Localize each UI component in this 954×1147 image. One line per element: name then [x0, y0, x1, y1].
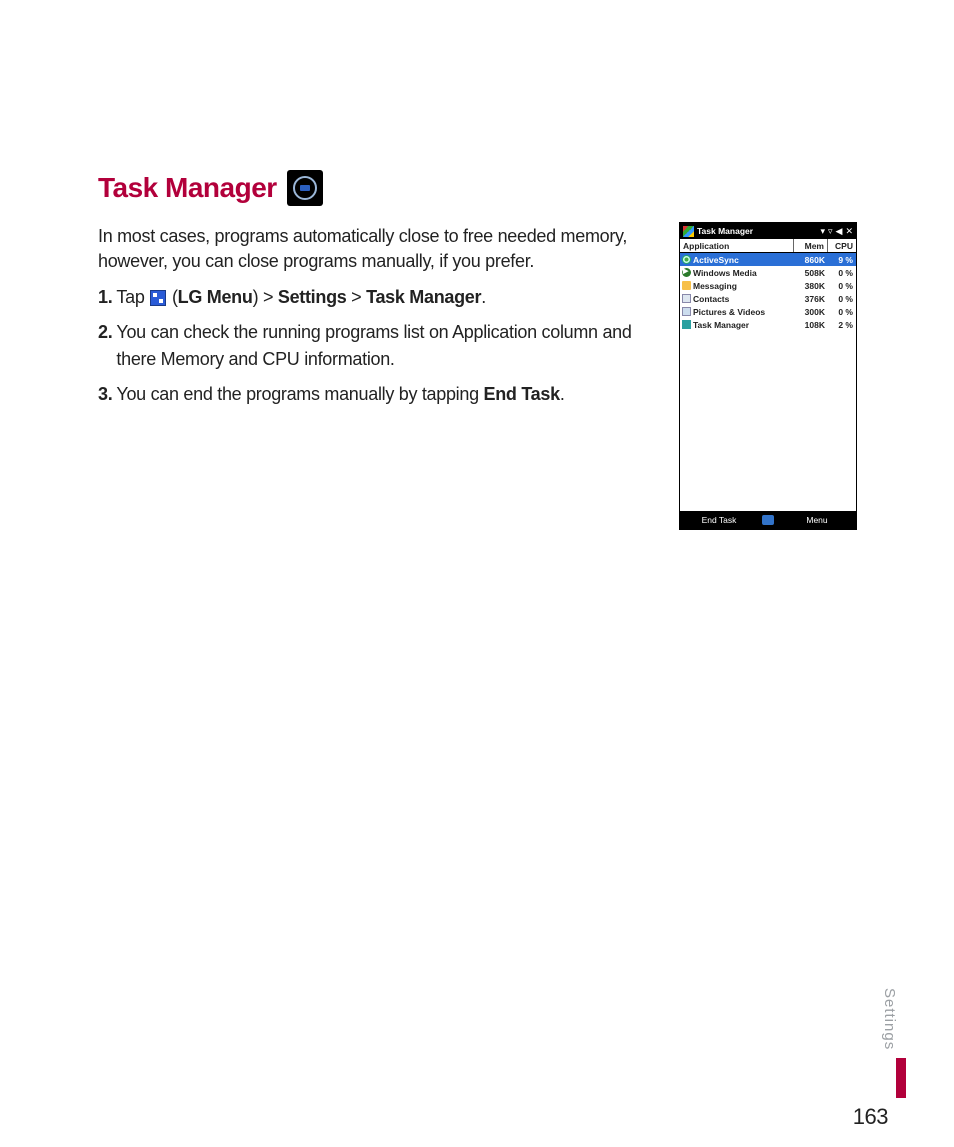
step-number: 3. — [98, 381, 112, 408]
cpu-value: 0 % — [828, 268, 856, 278]
mem-value: 380K — [794, 281, 828, 291]
cpu-value: 2 % — [828, 320, 856, 330]
col-cpu: CPU — [828, 239, 856, 252]
cpu-value: 9 % — [828, 255, 856, 265]
step-3: 3. You can end the programs manually by … — [98, 381, 668, 408]
section-tab: Settings — [881, 988, 898, 1050]
table-row[interactable]: Pictures & Videos 300K0 % — [680, 305, 856, 318]
lg-menu-icon — [150, 290, 166, 306]
table-row[interactable]: Messaging 380K0 % — [680, 279, 856, 292]
step-body: You can check the running programs list … — [116, 319, 668, 373]
text: . — [560, 384, 565, 404]
text: You can end the programs manually by tap… — [116, 384, 483, 404]
step-body: Tap (LG Menu) > Settings > Task Manager. — [116, 284, 486, 311]
text: . — [481, 287, 486, 307]
app-icon — [682, 294, 691, 303]
app-icon — [682, 307, 691, 316]
bold-text: LG Menu — [178, 287, 253, 307]
task-manager-icon — [287, 170, 323, 206]
table-row[interactable]: ActiveSync 860K9 % — [680, 253, 856, 266]
bold-text: End Task — [484, 384, 560, 404]
device-titlebar: Task Manager ▾ ▿ ◀ ✕ — [680, 223, 856, 239]
mem-value: 376K — [794, 294, 828, 304]
volume-icon: ◀ — [836, 226, 843, 237]
cpu-value: 0 % — [828, 307, 856, 317]
app-name: ActiveSync — [693, 255, 739, 265]
text: Tap — [116, 287, 149, 307]
close-icon: ✕ — [845, 226, 853, 237]
step-number: 2. — [98, 319, 112, 373]
text: ) > — [253, 287, 278, 307]
device-column-headers: Application Mem CPU — [680, 239, 856, 253]
bold-text: Task Manager — [366, 287, 481, 307]
app-name: Messaging — [693, 281, 737, 291]
page-number: 163 — [853, 1104, 888, 1130]
device-rows: ActiveSync860K9 %Windows Media508K0 %Mes… — [680, 253, 856, 511]
app-icon — [682, 320, 691, 329]
softkey-menu[interactable]: Menu — [778, 515, 856, 525]
app-icon — [682, 268, 691, 277]
heading-row: Task Manager — [98, 170, 858, 206]
mem-value: 508K — [794, 268, 828, 278]
text: > — [346, 287, 366, 307]
steps-list: 1. Tap (LG Menu) > Settings > Task Manag… — [98, 284, 668, 408]
table-row[interactable]: Contacts 376K0 % — [680, 292, 856, 305]
mem-value: 108K — [794, 320, 828, 330]
device-screenshot: Task Manager ▾ ▿ ◀ ✕ Application Mem CPU… — [679, 222, 857, 530]
mem-value: 860K — [794, 255, 828, 265]
app-icon — [682, 281, 691, 290]
step-number: 1. — [98, 284, 112, 311]
mem-value: 300K — [794, 307, 828, 317]
section-tab-bar — [896, 1058, 906, 1098]
app-name: Task Manager — [693, 320, 749, 330]
filter-icon: ▿ — [828, 226, 833, 237]
app-icon — [682, 255, 691, 264]
bold-text: Settings — [278, 287, 347, 307]
app-name: Windows Media — [693, 268, 757, 278]
step-1: 1. Tap (LG Menu) > Settings > Task Manag… — [98, 284, 668, 311]
keyboard-icon[interactable] — [758, 515, 778, 525]
cpu-value: 0 % — [828, 294, 856, 304]
device-title: Task Manager — [697, 226, 753, 236]
app-name: Pictures & Videos — [693, 307, 765, 317]
page-title: Task Manager — [98, 172, 277, 204]
table-row[interactable]: Windows Media 508K0 % — [680, 266, 856, 279]
step-body: You can end the programs manually by tap… — [116, 381, 564, 408]
app-name: Contacts — [693, 294, 729, 304]
col-mem: Mem — [794, 239, 828, 252]
signal-icon: ▾ — [820, 226, 825, 237]
col-application: Application — [680, 239, 794, 252]
device-softbar: End Task Menu — [680, 511, 856, 529]
table-row[interactable]: Task Manager 108K2 % — [680, 318, 856, 331]
step-2: 2. You can check the running programs li… — [98, 319, 668, 373]
cpu-value: 0 % — [828, 281, 856, 291]
softkey-end-task[interactable]: End Task — [680, 515, 758, 525]
intro-paragraph: In most cases, programs automatically cl… — [98, 224, 668, 274]
windows-flag-icon — [683, 226, 694, 237]
